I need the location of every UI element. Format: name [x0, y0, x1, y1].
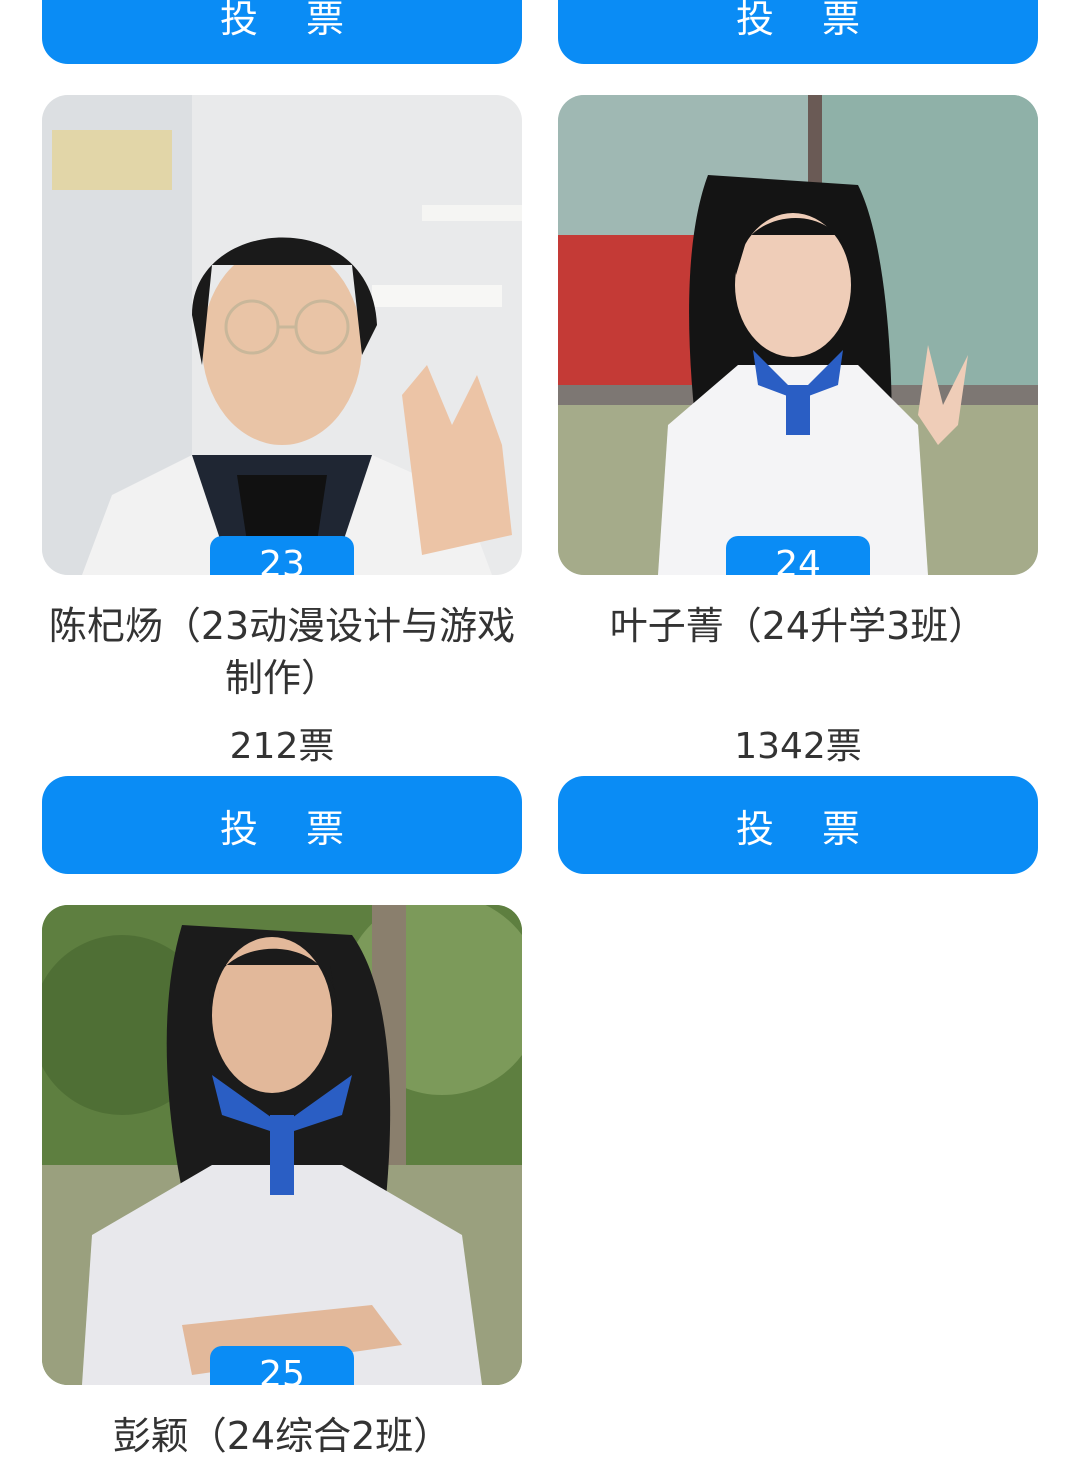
candidate-photo-image	[558, 95, 1038, 575]
candidate-card-25: 25 彭颖（24综合2班）	[42, 905, 522, 1458]
candidate-card-23: 23 陈杞炀（23动漫设计与游戏制作） 212票 投 票	[42, 95, 522, 874]
candidate-number-badge: 24	[726, 536, 870, 575]
vote-button[interactable]: 投 票	[558, 776, 1038, 874]
candidate-photo[interactable]: 23	[42, 95, 522, 575]
candidate-number-badge: 23	[210, 536, 354, 575]
candidate-number-badge: 25	[210, 1346, 354, 1385]
candidate-votes: 212票	[229, 726, 335, 767]
candidate-photo[interactable]: 25	[42, 905, 522, 1385]
candidate-name: 叶子菁（24升学3班）	[609, 604, 987, 648]
candidate-photo-image	[42, 95, 522, 575]
vote-button[interactable]: 投 票	[42, 776, 522, 874]
candidate-votes: 1342票	[734, 726, 862, 767]
candidate-photo-image	[42, 905, 522, 1385]
candidate-name: 彭颖（24综合2班）	[112, 1414, 452, 1458]
candidate-name: 陈杞炀（23动漫设计与游戏制作）	[48, 604, 516, 700]
candidate-card-24: 24 叶子菁（24升学3班） 1342票 投 票	[558, 95, 1038, 874]
vote-button-prev-left[interactable]: 投 票	[42, 0, 522, 64]
candidate-photo[interactable]: 24	[558, 95, 1038, 575]
vote-button-prev-right[interactable]: 投 票	[558, 0, 1038, 64]
